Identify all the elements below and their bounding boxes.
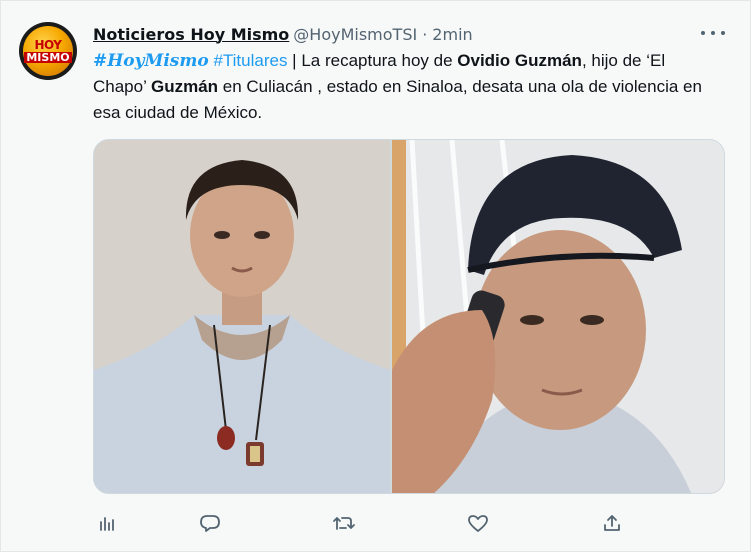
photo-man-phone: [392, 140, 724, 493]
analytics-icon[interactable]: [93, 509, 121, 537]
avatar-logo-top: HOY: [34, 38, 62, 52]
tweet-timestamp[interactable]: 2min: [432, 25, 472, 44]
retweet-icon[interactable]: [330, 509, 358, 537]
share-icon[interactable]: [598, 509, 626, 537]
header-separator: ·: [422, 25, 428, 44]
media-photo-2[interactable]: [392, 140, 724, 493]
tweet-text-part1: | La recaptura hoy de: [287, 51, 458, 70]
tweet-text-bold2: Guzmán: [150, 77, 219, 96]
author-name[interactable]: Noticieros Hoy Mismo: [93, 25, 289, 44]
like-icon[interactable]: [464, 509, 492, 537]
tweet-card[interactable]: HOY MISMO Noticieros Hoy Mismo @HoyMismo…: [0, 0, 751, 552]
avatar-logo-bottom: MISMO: [24, 51, 72, 64]
media-photo-1[interactable]: [94, 140, 390, 493]
tweet-header: Noticieros Hoy Mismo @HoyMismoTSI · 2min: [93, 25, 473, 49]
reply-icon[interactable]: [196, 509, 224, 537]
tweet-media: [93, 139, 725, 494]
photo-man-portrait: [94, 140, 390, 493]
tweet-text-bold1: Ovidio Guzmán: [457, 51, 582, 70]
hashtag-titulares[interactable]: #Titulares: [213, 51, 287, 70]
hashtag-hoymismo[interactable]: #HoyMismo: [93, 51, 209, 71]
avatar-logo: HOY MISMO: [23, 26, 73, 76]
avatar[interactable]: HOY MISMO: [19, 22, 77, 80]
tweet-actions: [93, 509, 633, 537]
tweet-text: #HoyMismo #Titulares | La recaptura hoy …: [93, 48, 713, 126]
more-options-icon[interactable]: [701, 23, 725, 43]
author-handle[interactable]: @HoyMismoTSI: [293, 25, 417, 44]
